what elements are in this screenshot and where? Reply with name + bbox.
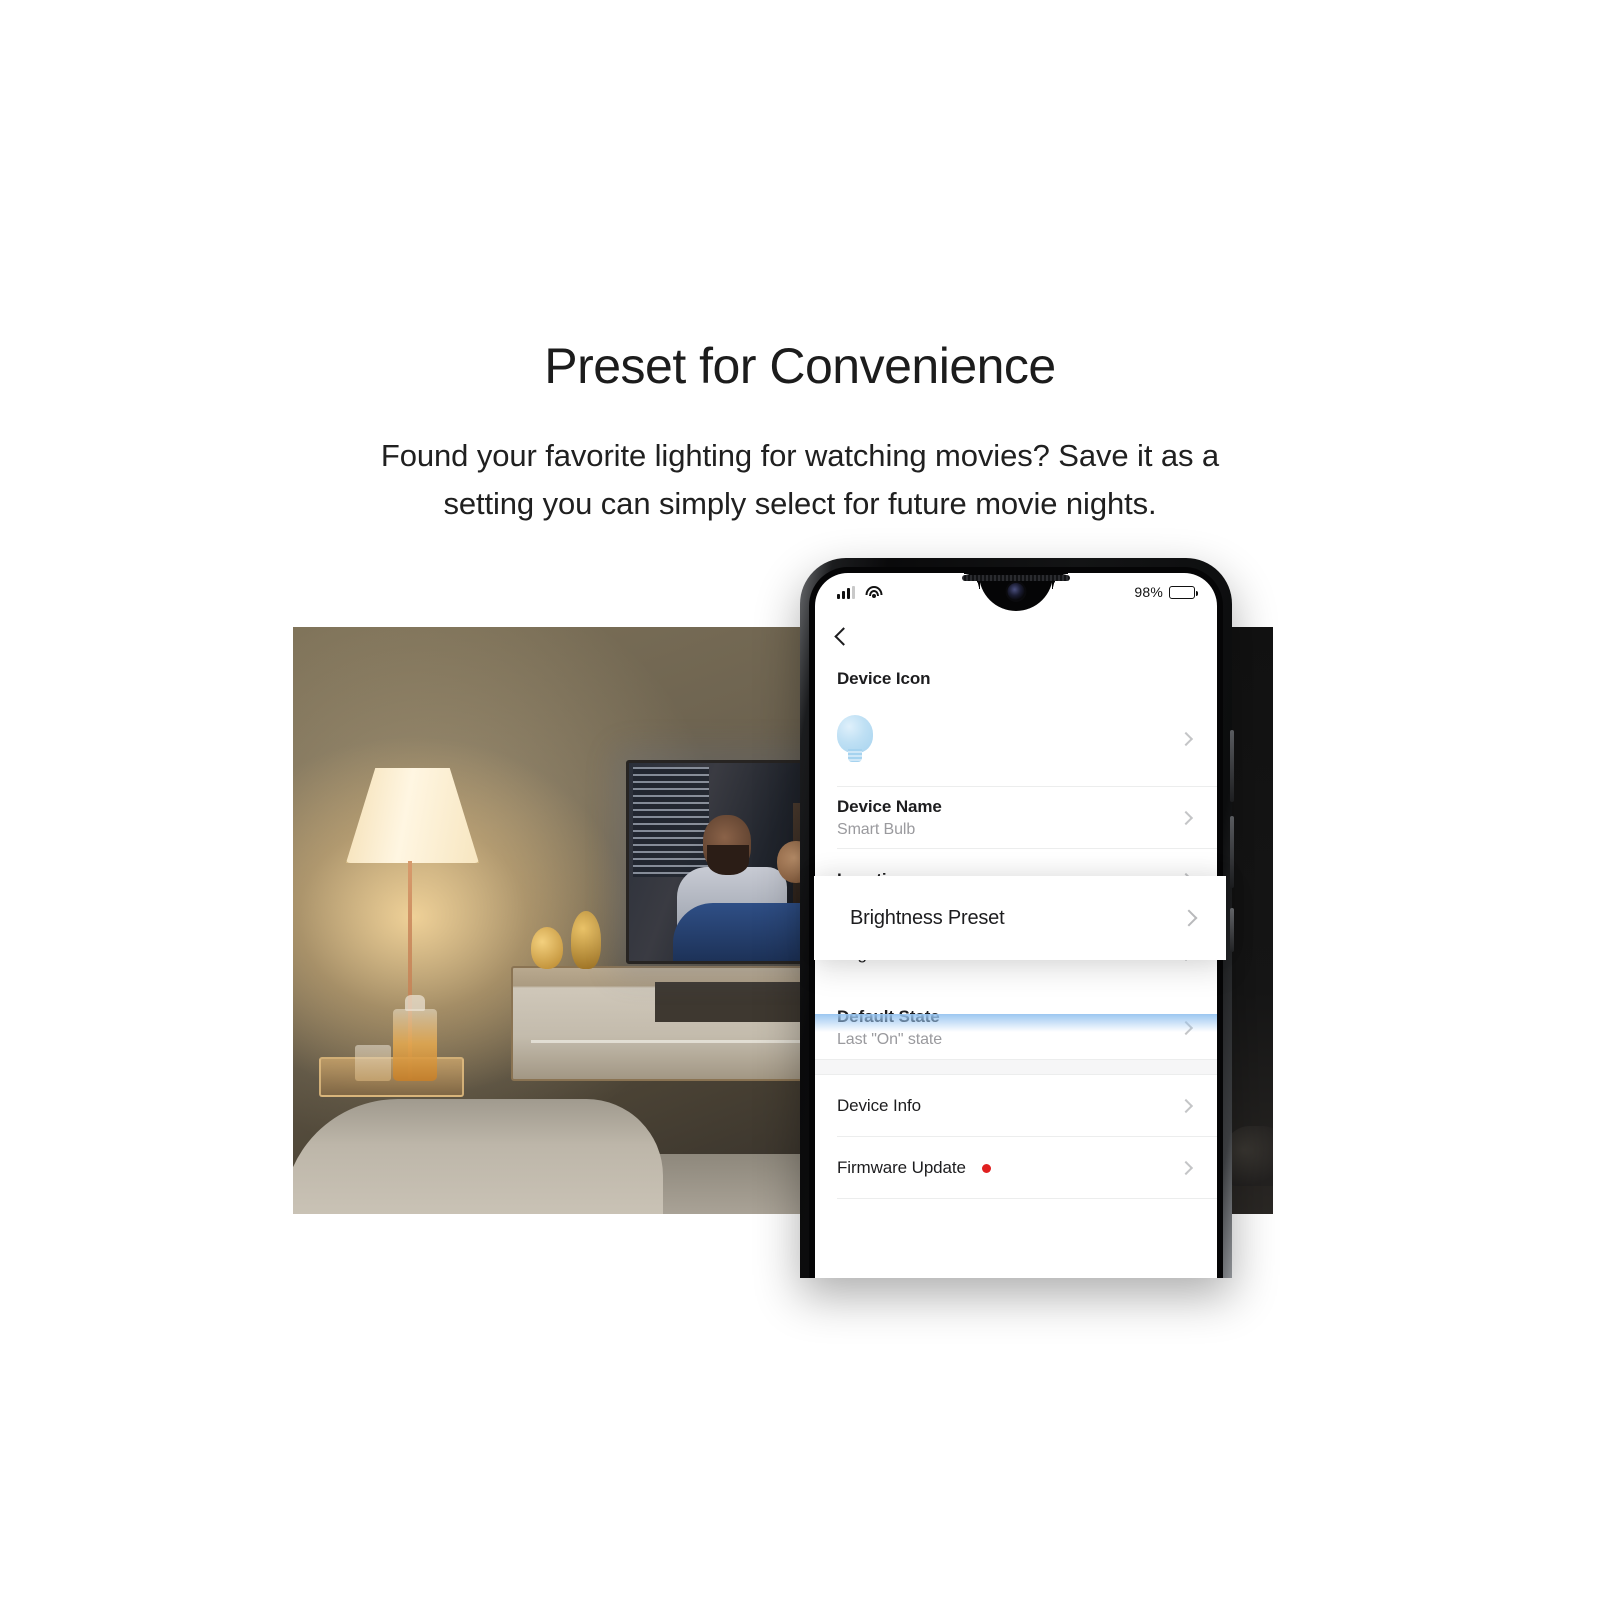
chevron-right-icon bbox=[1180, 909, 1198, 927]
device-info-label: Device Info bbox=[837, 1096, 921, 1115]
list-section-separator bbox=[815, 1059, 1217, 1075]
device-icon-label: Device Icon bbox=[837, 669, 931, 688]
device-name-value: Smart Bulb bbox=[837, 821, 916, 838]
status-bar-left bbox=[837, 585, 882, 599]
default-state-value: Last "On" state bbox=[837, 1031, 943, 1048]
chevron-right-icon bbox=[1178, 1160, 1194, 1176]
list-item-default-state[interactable]: Default State Last "On" state bbox=[815, 997, 1217, 1059]
front-camera-icon bbox=[1007, 583, 1025, 600]
chevron-right-icon bbox=[1178, 1020, 1194, 1036]
device-name-label: Device Name bbox=[837, 797, 942, 816]
cellular-signal-icon bbox=[837, 585, 855, 599]
highlighted-card-label: Brightness Preset bbox=[850, 906, 1005, 929]
mirror-tray bbox=[319, 1057, 464, 1097]
battery-full-icon bbox=[1169, 585, 1198, 599]
list-item-device-info[interactable]: Device Info bbox=[815, 1075, 1217, 1137]
living-room-photo-content bbox=[293, 627, 813, 1214]
hero-heading-block: Preset for Convenience bbox=[0, 336, 1600, 396]
update-available-dot bbox=[982, 1164, 992, 1174]
dark-bedroom-photo bbox=[1231, 627, 1273, 1214]
tv-scene-blinds bbox=[633, 767, 709, 877]
console-shelf bbox=[655, 982, 813, 1022]
back-chevron-icon[interactable] bbox=[834, 626, 853, 646]
power-button[interactable] bbox=[1230, 908, 1234, 952]
tv-scene-man-beard bbox=[707, 845, 749, 875]
media-console bbox=[511, 966, 813, 1081]
whisky-decanter bbox=[393, 995, 437, 1081]
list-item-firmware-update[interactable]: Firmware Update bbox=[815, 1137, 1217, 1199]
list-item-device-icon-label: Device Icon bbox=[815, 661, 1217, 691]
console-drawer-line bbox=[531, 1040, 813, 1043]
highlighted-brightness-preset-card[interactable]: Brightness Preset bbox=[814, 876, 1226, 960]
device-name-text: Device Name Smart Bulb bbox=[837, 797, 942, 839]
list-item-device-name[interactable]: Device Name Smart Bulb bbox=[815, 787, 1217, 849]
app-navbar bbox=[815, 611, 1217, 661]
firmware-update-label: Firmware Update bbox=[837, 1158, 966, 1177]
status-bar-right: 98% bbox=[1134, 584, 1198, 600]
gold-vase-small bbox=[531, 927, 563, 969]
row-divider bbox=[837, 1198, 1217, 1199]
volume-down-button[interactable] bbox=[1230, 816, 1234, 888]
default-state-text: Default State Last "On" state bbox=[837, 1007, 942, 1049]
wifi-icon bbox=[865, 585, 882, 599]
chevron-right-icon bbox=[1178, 810, 1194, 826]
volume-up-button[interactable] bbox=[1230, 730, 1234, 802]
television bbox=[626, 760, 813, 964]
living-room-photo bbox=[293, 627, 813, 1214]
gold-vase-tall bbox=[571, 911, 601, 969]
room-floor-left bbox=[293, 1099, 663, 1214]
light-bulb-icon bbox=[837, 715, 873, 763]
whisky-glass bbox=[355, 1045, 391, 1081]
battery-percent-label: 98% bbox=[1134, 584, 1163, 600]
firmware-update-text: Firmware Update bbox=[837, 1158, 992, 1178]
default-state-label: Default State bbox=[837, 1007, 940, 1026]
chevron-right-icon bbox=[1178, 1098, 1194, 1114]
chevron-right-icon bbox=[1178, 731, 1194, 747]
tv-scene-blanket bbox=[673, 903, 813, 961]
page-root: Preset for Convenience Found your favori… bbox=[0, 0, 1600, 1600]
earpiece-speaker bbox=[962, 575, 1070, 581]
list-item-device-icon[interactable] bbox=[815, 691, 1217, 787]
hero-subtitle: Found your favorite lighting for watchin… bbox=[380, 438, 1220, 521]
page-title: Preset for Convenience bbox=[544, 338, 1056, 394]
